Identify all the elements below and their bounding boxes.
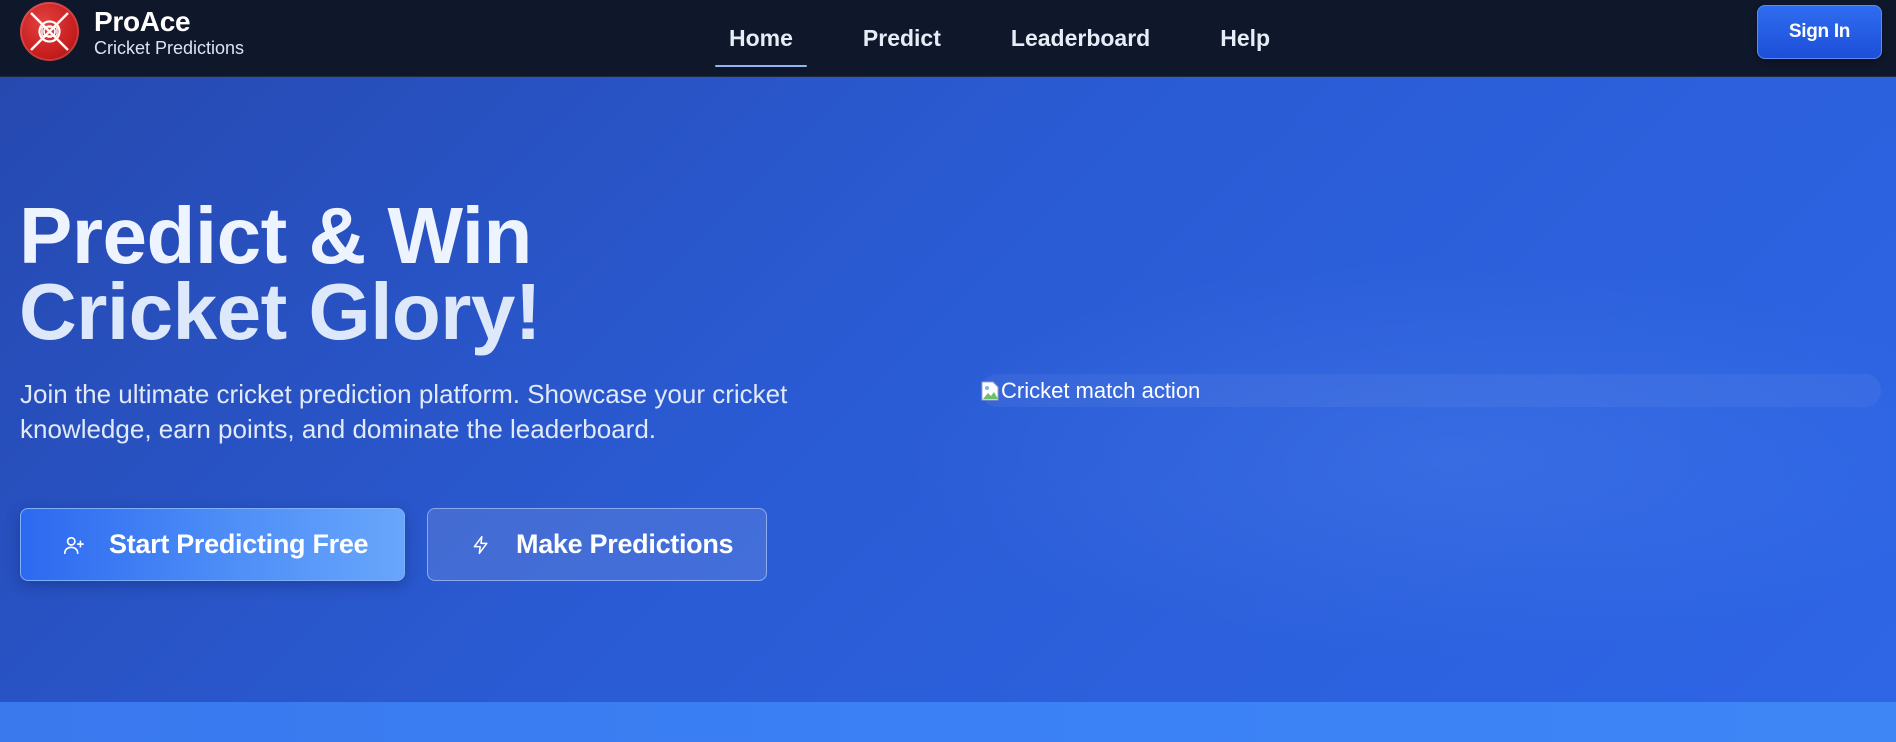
user-plus-icon: [61, 532, 87, 558]
brand-home-link[interactable]: ProAce Cricket Predictions: [20, 2, 244, 61]
sign-in-button[interactable]: Sign In: [1757, 5, 1882, 59]
make-predictions-button[interactable]: Make Predictions: [427, 508, 767, 581]
start-predicting-label: Start Predicting Free: [109, 529, 369, 559]
hero-title-line1: Predict & Win: [19, 191, 532, 280]
hero-title-line2: Cricket Glory!: [19, 267, 542, 356]
hero-image-alt-text: Cricket match action: [1001, 377, 1201, 403]
main-nav: Home Predict Leaderboard Help: [715, 0, 1284, 77]
hero-title: Predict & Win Cricket Glory!: [19, 191, 542, 356]
top-navbar: ProAce Cricket Predictions Home Predict …: [0, 0, 1896, 77]
start-predicting-button[interactable]: Start Predicting Free: [20, 508, 405, 581]
hero-section: Predict & Win Cricket Glory! Join the ul…: [0, 77, 1896, 702]
nav-predict[interactable]: Predict: [849, 7, 955, 71]
brand-name: ProAce: [94, 5, 191, 37]
broken-image-icon: [981, 381, 999, 401]
next-section-strip: [0, 702, 1896, 742]
brand-text: ProAce Cricket Predictions: [94, 6, 244, 58]
nav-home[interactable]: Home: [715, 7, 807, 71]
hero-description: Join the ultimate cricket prediction pla…: [20, 379, 788, 444]
make-predictions-label: Make Predictions: [516, 529, 734, 559]
hero-image-placeholder: Cricket match action: [981, 374, 1881, 407]
cricket-ball-icon: [20, 2, 79, 61]
nav-help[interactable]: Help: [1206, 7, 1284, 71]
brand-subtitle: Cricket Predictions: [94, 37, 245, 58]
lightning-icon: [468, 532, 494, 558]
nav-leaderboard[interactable]: Leaderboard: [997, 7, 1164, 71]
